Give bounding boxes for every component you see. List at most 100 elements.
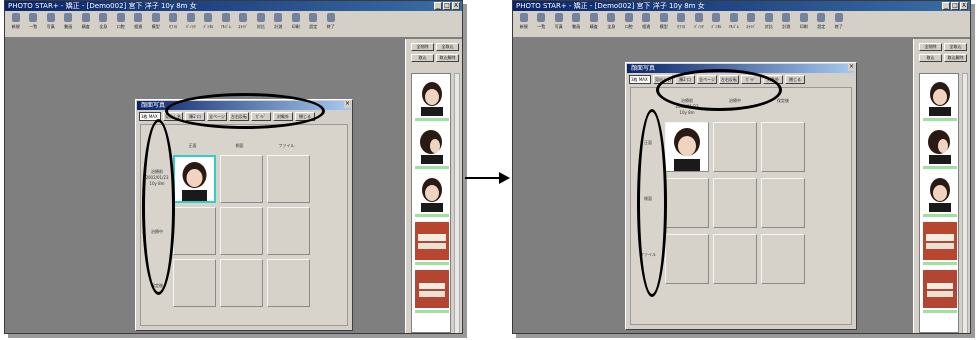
thumbnail-status-bar [415, 166, 449, 169]
thumbnail-teeth-1[interactable] [923, 222, 957, 260]
import-button[interactable]: 取込 [919, 54, 942, 62]
toolbar-button-5[interactable]: 全身 [95, 11, 113, 38]
photo-cell[interactable] [761, 234, 805, 284]
import-all-button[interactable]: 全取込 [944, 43, 967, 51]
toolbar-button-11[interactable]: ﾃﾞﾝﾀﾙ [200, 11, 218, 38]
toolbar-button-16[interactable]: 印刷 [795, 11, 813, 38]
photo-cell[interactable] [173, 259, 216, 307]
toolbar-button-18[interactable]: 終了 [830, 11, 848, 38]
toolbar-button-label: ﾃﾞﾝﾀﾙ [711, 24, 722, 29]
toolbar-button-12[interactable]: ｱﾙﾊﾞﾑ [725, 11, 743, 38]
toolbar-button-1[interactable]: 一覧 [25, 11, 43, 38]
toolbar-button-label: 全身 [607, 24, 616, 29]
vertical-scrollbar[interactable] [454, 73, 460, 333]
photo-cell[interactable] [220, 207, 263, 255]
toolbar-button-6[interactable]: 口腔 [112, 11, 130, 38]
delete-all-button[interactable]: 全削除 [919, 43, 942, 51]
toolbar-button-17[interactable]: 設定 [305, 11, 323, 38]
cancel-import-button[interactable]: 取込解除 [944, 54, 967, 62]
toolbar-button-14[interactable]: 対比 [760, 11, 778, 38]
photo-cell[interactable] [267, 155, 310, 203]
thumbnail-teeth-1[interactable] [415, 222, 449, 260]
toolbar-button-0[interactable]: 新規 [7, 11, 25, 38]
photo-cell[interactable] [220, 155, 263, 203]
toolbar-button-0[interactable]: 新規 [515, 11, 533, 38]
toolbar-button-label: 一覧 [537, 24, 546, 29]
dialog-close-icon[interactable]: × [848, 64, 855, 71]
vertical-scrollbar[interactable] [962, 73, 968, 333]
maximize-button[interactable]: □ [951, 2, 959, 10]
toolbar-button-9[interactable]: ｾﾌｧﾛ [673, 11, 691, 38]
photo-cell[interactable] [665, 122, 709, 172]
import-all-button[interactable]: 全取込 [436, 43, 459, 51]
photo-cell[interactable] [173, 207, 216, 255]
photo-cell[interactable] [761, 122, 805, 172]
photo-cell[interactable] [665, 234, 709, 284]
toolbar-button-14[interactable]: 対比 [252, 11, 270, 38]
toolbar-button-13[interactable]: ｽﾗｲﾄﾞ [743, 11, 761, 38]
toolbar-button-12[interactable]: ｱﾙﾊﾞﾑ [217, 11, 235, 38]
dialog-close-button[interactable]: 閉じる [785, 75, 805, 84]
toolbar-button-label: 模型 [151, 24, 160, 29]
toolbar-button-7[interactable]: 経過 [130, 11, 148, 38]
thumbnail-status-bar [415, 118, 449, 121]
photo-cell[interactable] [713, 234, 757, 284]
thumbnail-face-front[interactable] [923, 78, 957, 116]
toolbar-button-7[interactable]: 経過 [638, 11, 656, 38]
toolbar-button-8[interactable]: 模型 [655, 11, 673, 38]
main-toolbar: 新規 一覧 写真 動画 精査 全身 口腔 経過 模型 ｾﾌｧﾛ ﾊﾟﾉﾗﾏ ﾃﾞﾝﾀﾙ ｱﾙﾊﾞﾑ ｽﾗｲ… [5, 11, 462, 38]
toolbar-button-17[interactable]: 設定 [813, 11, 831, 38]
toolbar-button-8[interactable]: 模型 [147, 11, 165, 38]
toolbar-button-13[interactable]: ｽﾗｲﾄﾞ [235, 11, 253, 38]
toolbar-button-2[interactable]: 写真 [550, 11, 568, 38]
thumbnail-status-bar [923, 118, 957, 121]
maximize-button[interactable]: □ [443, 2, 451, 10]
toolbar-button-18[interactable]: 終了 [322, 11, 340, 38]
toolbar-button-2[interactable]: 写真 [42, 11, 60, 38]
measure-icon [274, 13, 283, 22]
toolbar-button-16[interactable]: 印刷 [287, 11, 305, 38]
toolbar-button-1[interactable]: 一覧 [533, 11, 551, 38]
view-select[interactable]: 3枚 MAX [629, 75, 651, 84]
delete-all-button[interactable]: 全削除 [411, 43, 434, 51]
import-button[interactable]: 取込 [411, 54, 434, 62]
toolbar-button-10[interactable]: ﾊﾟﾉﾗﾏ [690, 11, 708, 38]
close-button[interactable]: X [452, 2, 460, 10]
dialog-close-icon[interactable]: × [344, 101, 351, 108]
toolbar-button-4[interactable]: 精査 [585, 11, 603, 38]
minimize-button[interactable]: _ [942, 2, 950, 10]
thumbnail-face-front-2[interactable] [923, 174, 957, 212]
photo-cell[interactable] [220, 259, 263, 307]
cancel-import-button[interactable]: 取込解除 [436, 54, 459, 62]
toolbar-button-4[interactable]: 精査 [77, 11, 95, 38]
photo-cell[interactable] [761, 178, 805, 228]
thumbnail-teeth-2[interactable] [923, 270, 957, 308]
toolbar-button-label: 設定 [309, 24, 318, 29]
toolbar-button-10[interactable]: ﾊﾟﾉﾗﾏ [182, 11, 200, 38]
photo-cell[interactable] [713, 178, 757, 228]
column-header-side: 側面 [235, 143, 244, 148]
toolbar-button-label: 口腔 [624, 24, 633, 29]
toolbar-button-15[interactable]: 計測 [270, 11, 288, 38]
minimize-button[interactable]: _ [434, 2, 442, 10]
toolbar-button-label: 対比 [764, 24, 773, 29]
thumbnail-face-side[interactable] [923, 126, 957, 164]
thumbnail-teeth-2[interactable] [415, 270, 449, 308]
toolbar-button-3[interactable]: 動画 [568, 11, 586, 38]
toolbar-button-9[interactable]: ｾﾌｧﾛ [165, 11, 183, 38]
photo-cell[interactable] [267, 259, 310, 307]
toolbar-button-15[interactable]: 計測 [778, 11, 796, 38]
toolbar-button-3[interactable]: 動画 [60, 11, 78, 38]
photo-cell[interactable] [713, 122, 757, 172]
photo-cell[interactable] [267, 207, 310, 255]
thumbnail-face-front[interactable] [415, 78, 449, 116]
close-button[interactable]: X [960, 2, 968, 10]
toolbar-button-11[interactable]: ﾃﾞﾝﾀﾙ [708, 11, 726, 38]
toolbar-button-5[interactable]: 全身 [603, 11, 621, 38]
photo-cell[interactable] [665, 178, 709, 228]
thumbnail-face-side[interactable] [415, 126, 449, 164]
toolbar-button-6[interactable]: 口腔 [620, 11, 638, 38]
thumbnail-face-front-2[interactable] [415, 174, 449, 212]
photo-cell[interactable] [173, 155, 216, 203]
thumbnail-status-bar [415, 262, 449, 265]
